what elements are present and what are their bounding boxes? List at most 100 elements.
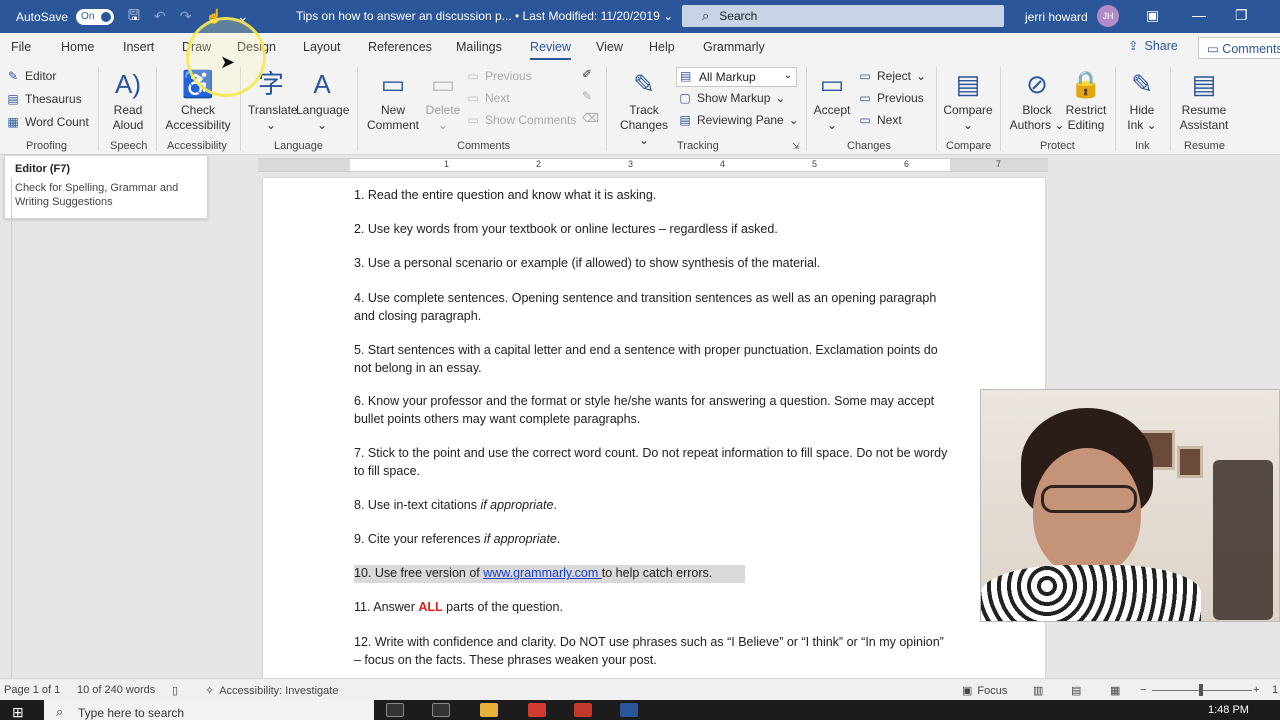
list-item[interactable]: 4. Use complete sentences. Opening sente… (354, 290, 954, 325)
save-icon[interactable]: 🖫 (128, 5, 140, 29)
new-comment-button[interactable]: ▭ New Comment (364, 69, 422, 133)
tab-help[interactable]: Help (649, 40, 675, 54)
reject-button[interactable]: ▭ Reject ⌄ (858, 69, 926, 83)
word-count[interactable]: 10 of 240 words (77, 684, 155, 696)
reviewing-pane-button[interactable]: ▤ Reviewing Pane ⌄ (678, 113, 798, 127)
vertical-ruler[interactable] (2, 178, 12, 678)
comments-button[interactable]: ▭ Comments (1198, 37, 1280, 59)
grammarly-link[interactable]: www.grammarly.com (483, 566, 602, 580)
horizontal-ruler[interactable]: 1 2 3 4 5 6 7 (258, 158, 1048, 172)
list-item[interactable]: 8. Use in-text citations if appropriate. (354, 497, 954, 515)
divider (1170, 67, 1171, 151)
ribbon-display-icon[interactable]: ▣ (1146, 7, 1159, 24)
document-page[interactable]: 1. Read the entire question and know wha… (263, 178, 1045, 678)
tab-mailings[interactable]: Mailings (456, 40, 502, 54)
show-comments-button[interactable]: ▭ Show Comments (466, 113, 576, 127)
block-authors-button[interactable]: ⊘ Block Authors ⌄ (1008, 69, 1066, 133)
undo-icon[interactable]: ↶ (154, 8, 166, 25)
list-item[interactable]: 7. Stick to the point and use the correc… (354, 445, 954, 480)
tab-review[interactable]: Review (530, 40, 571, 60)
next-comment-button[interactable]: ▭ Next (466, 91, 509, 105)
compare-button[interactable]: ▤ Compare ⌄ (942, 69, 994, 133)
previous-change-button[interactable]: ▭ Previous (858, 91, 923, 105)
list-item[interactable]: 12. Write with confidence and clarity. D… (354, 634, 954, 669)
cortana-icon[interactable] (386, 703, 404, 717)
print-layout-icon[interactable]: ▤ (1071, 684, 1081, 697)
list-item[interactable]: 11. Answer ALL parts of the question. (354, 599, 954, 617)
previous-comment-button[interactable]: ▭ Previous (466, 69, 531, 83)
accessibility-status[interactable]: ✧ Accessibility: Investigate (205, 684, 338, 698)
clock[interactable]: 1:48 PM (1208, 704, 1249, 716)
tab-references[interactable]: References (368, 40, 432, 54)
tab-home[interactable]: Home (61, 40, 94, 54)
word-app-icon[interactable] (620, 703, 638, 717)
list-item[interactable]: 6. Know your professor and the format or… (354, 393, 954, 428)
read-aloud-button[interactable]: A) Read Aloud (108, 69, 148, 133)
document-title[interactable]: Tips on how to answer an discussion p...… (296, 9, 673, 23)
ink-pen-icon[interactable]: ✐ (582, 67, 592, 81)
ruler-number: 3 (628, 159, 634, 169)
read-mode-icon[interactable]: ▥ (1033, 684, 1043, 697)
resume-assistant-button[interactable]: ▤ Resume Assistant (1176, 69, 1232, 133)
autosave-toggle[interactable]: On (76, 8, 115, 25)
previous-comment-icon: ▭ (467, 69, 479, 83)
tab-file[interactable]: File (11, 40, 31, 54)
selected-list-item[interactable]: 10. Use free version of www.grammarly.co… (354, 565, 745, 583)
delete-comment-button[interactable]: ▭ Delete ⌄ (424, 69, 462, 133)
divider (357, 67, 358, 151)
user-name[interactable]: jerri howard (1025, 10, 1088, 24)
thesaurus-button[interactable]: ▤ Thesaurus (6, 92, 81, 106)
dialog-launcher-icon[interactable]: ⇲ (792, 141, 800, 152)
editor-button[interactable]: ✎ Editor (6, 69, 56, 83)
language-button[interactable]: A Language ⌄ (296, 69, 349, 133)
zoom-slider-thumb[interactable] (1199, 684, 1203, 696)
windows-start-icon[interactable]: ⊞ (12, 704, 24, 720)
show-markup-button[interactable]: ▢ Show Markup ⌄ (678, 91, 785, 105)
focus-button[interactable]: ▣ Focus (962, 684, 1007, 698)
search-box[interactable]: ⌕ Search (682, 5, 1004, 27)
tab-grammarly[interactable]: Grammarly (703, 40, 765, 54)
minimize-icon[interactable]: — (1192, 7, 1206, 23)
list-item[interactable]: 3. Use a personal scenario or example (i… (354, 255, 954, 273)
task-view-icon[interactable] (432, 703, 450, 717)
ruler-number: 1 (444, 159, 450, 169)
show-markup-icon: ▢ (679, 91, 691, 105)
search-icon: ⌕ (56, 704, 64, 719)
word-count-icon: ▦ (7, 115, 19, 129)
pen-icon[interactable]: ✎ (582, 89, 592, 103)
avatar[interactable]: JH (1097, 5, 1119, 27)
next-change-icon: ▭ (859, 113, 871, 127)
zoom-out-button[interactable]: − (1140, 684, 1146, 696)
eraser-icon[interactable]: ⌫ (582, 111, 599, 125)
list-item[interactable]: 2. Use key words from your textbook or o… (354, 221, 954, 239)
tab-insert[interactable]: Insert (123, 40, 154, 54)
list-item[interactable]: 9. Cite your references if appropriate. (354, 531, 954, 549)
word-count-button[interactable]: ▦ Word Count (6, 115, 88, 129)
restore-icon[interactable]: ❐ (1235, 7, 1248, 24)
web-layout-icon[interactable]: ▦ (1110, 684, 1120, 697)
hide-ink-button[interactable]: ✎ Hide Ink ⌄ (1122, 69, 1162, 133)
list-item[interactable]: 5. Start sentences with a capital letter… (354, 342, 954, 377)
zoom-level[interactable]: 1 (1272, 684, 1278, 696)
recorder-icon[interactable] (574, 703, 592, 717)
accept-button[interactable]: ▭ Accept ⌄ (812, 69, 852, 133)
restrict-editing-button[interactable]: 🔒 Restrict Editing (1064, 69, 1108, 133)
taskbar-search[interactable]: ⌕ Type here to search (44, 700, 374, 720)
page-count[interactable]: Page 1 of 1 (4, 684, 60, 696)
zoom-in-button[interactable]: + (1253, 684, 1259, 696)
track-changes-button[interactable]: ✎ Track Changes ⌄ (614, 69, 674, 148)
list-item[interactable]: 1. Read the entire question and know wha… (354, 187, 954, 205)
markup-select[interactable]: ▤ All Markup ⌄ (676, 67, 797, 87)
group-label-protect: Protect (1040, 140, 1075, 152)
file-explorer-icon[interactable] (480, 703, 498, 717)
track-changes-icon: ✎ (633, 69, 655, 99)
chrome-icon[interactable] (528, 703, 546, 717)
cat-tree (1213, 460, 1273, 620)
next-change-button[interactable]: ▭ Next (858, 113, 901, 127)
share-button[interactable]: ⇪ Share (1128, 38, 1178, 54)
redo-icon[interactable]: ↷ (180, 8, 192, 25)
proofing-icon[interactable]: ▯ (172, 684, 178, 697)
reviewing-pane-icon: ▤ (679, 113, 691, 127)
tab-view[interactable]: View (596, 40, 623, 54)
tab-layout[interactable]: Layout (303, 40, 341, 54)
